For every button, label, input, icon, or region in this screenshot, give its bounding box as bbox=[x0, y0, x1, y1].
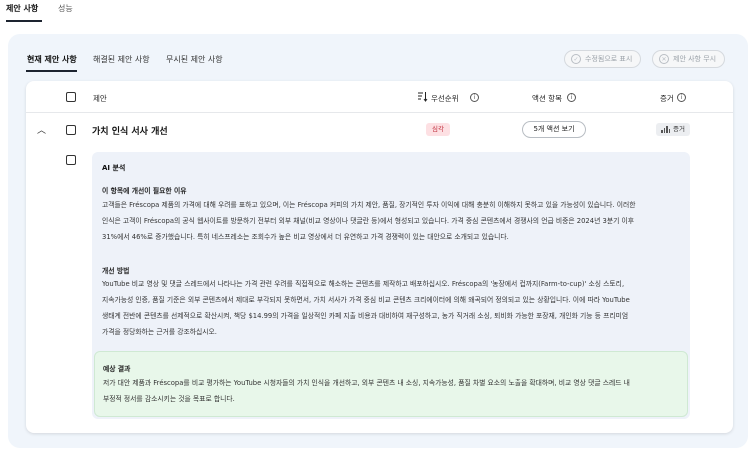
why-paragraph: 고객들은 Fréscopa 제품의 가격에 대해 우려를 표하고 있으며, 이는… bbox=[102, 197, 682, 245]
evidence-label: 증거 bbox=[673, 125, 685, 133]
top-tab-bar: 제안 사항 성능 bbox=[0, 0, 750, 24]
view-actions-button[interactable]: 5개 액션 보기 bbox=[522, 121, 586, 138]
column-action-items: 액션 항목 bbox=[532, 94, 562, 103]
ignore-suggestion-button[interactable]: ✕ 제안 사항 무시 bbox=[652, 50, 726, 68]
x-circle-icon: ✕ bbox=[659, 54, 669, 64]
why-line: 인식은 고객이 Fréscopa의 공식 웹사이트를 방문하기 전부터 외부 채… bbox=[102, 217, 634, 225]
priority-badge: 심각 bbox=[426, 123, 450, 136]
evidence-button[interactable]: 증거 bbox=[656, 123, 690, 136]
suggestions-table: 제안 우선순위 i 액션 항목 i 증거 i ︿ 가치 인식 서사 개선 심각 … bbox=[26, 81, 733, 433]
check-circle-icon: ✓ bbox=[571, 54, 581, 64]
evidence-info-icon[interactable]: i bbox=[677, 93, 686, 102]
tab-resolved-suggestions[interactable]: 해결된 제안 사항 bbox=[93, 54, 150, 65]
row-checkbox[interactable] bbox=[66, 125, 76, 135]
select-all-checkbox[interactable] bbox=[66, 92, 76, 102]
why-line: 31%에서 46%로 증가했습니다. 특히 네스프레소는 조회수가 높은 비교 … bbox=[102, 233, 509, 241]
column-priority[interactable]: 우선순위 bbox=[431, 93, 459, 104]
result-line: 저가 대안 제품과 Fréscopa를 비교 평가하는 YouTube 시청자들… bbox=[103, 379, 630, 387]
active-tab-indicator bbox=[6, 20, 42, 22]
expected-result-heading: 예상 결과 bbox=[103, 365, 131, 373]
action-items-info-icon[interactable]: i bbox=[567, 93, 576, 102]
sub-tab-indicator bbox=[26, 70, 77, 72]
ai-analysis-box: AI 분석 이 항목에 개선이 필요한 이유 고객들은 Fréscopa 제품의… bbox=[92, 152, 690, 419]
tab-suggestions[interactable]: 제안 사항 bbox=[6, 3, 38, 14]
tab-performance[interactable]: 성능 bbox=[58, 3, 73, 14]
how-line: 지속가능성 인증, 품질 기준은 외부 콘텐츠에서 제대로 부각되지 못하면서,… bbox=[102, 296, 630, 304]
column-evidence: 증거 bbox=[660, 94, 674, 103]
why-line: 고객들은 Fréscopa 제품의 가격에 대해 우려를 표하고 있으며, 이는… bbox=[102, 201, 636, 209]
how-paragraph: YouTube 비교 영상 및 댓글 스레드에서 나타나는 가격 관련 우려를 … bbox=[102, 276, 682, 340]
mark-resolved-button[interactable]: ✓ 수정됨으로 표시 bbox=[564, 50, 642, 68]
suggestion-title[interactable]: 가치 인식 서사 개선 bbox=[92, 124, 168, 137]
tab-ignored-suggestions[interactable]: 무시된 제안 사항 bbox=[166, 54, 223, 65]
ignore-suggestion-label: 제안 사항 무시 bbox=[673, 55, 717, 63]
priority-info-icon[interactable]: i bbox=[470, 93, 479, 102]
how-heading: 개선 방법 bbox=[102, 267, 130, 275]
result-line: 부정적 정서를 감소시키는 것을 목표로 합니다. bbox=[103, 395, 235, 403]
column-suggestion: 제안 bbox=[93, 94, 107, 103]
how-line: 생태계 전반에 콘텐츠를 선제적으로 확산시켜, 책당 $14.99의 가격을 … bbox=[102, 312, 629, 320]
why-heading: 이 항목에 개선이 필요한 이유 bbox=[102, 187, 187, 195]
mark-resolved-label: 수정됨으로 표시 bbox=[585, 55, 633, 63]
sort-icon[interactable] bbox=[417, 91, 428, 102]
collapse-chevron-icon[interactable]: ︿ bbox=[37, 123, 46, 136]
table-header: 제안 우선순위 i 액션 항목 i 증거 i bbox=[26, 81, 733, 113]
how-line: 가격을 정당화하는 근거를 강조하십시오. bbox=[102, 328, 217, 336]
detail-checkbox[interactable] bbox=[66, 155, 76, 165]
how-line: YouTube 비교 영상 및 댓글 스레드에서 나타나는 가격 관련 우려를 … bbox=[102, 280, 625, 288]
bar-chart-icon bbox=[661, 126, 670, 133]
tab-current-suggestions[interactable]: 현재 제안 사항 bbox=[27, 54, 77, 65]
ai-analysis-heading: AI 분석 bbox=[102, 164, 126, 172]
expected-result-box: 예상 결과 저가 대안 제품과 Fréscopa를 비교 평가하는 YouTub… bbox=[94, 351, 688, 417]
expected-result-paragraph: 저가 대안 제품과 Fréscopa를 비교 평가하는 YouTube 시청자들… bbox=[103, 375, 681, 407]
